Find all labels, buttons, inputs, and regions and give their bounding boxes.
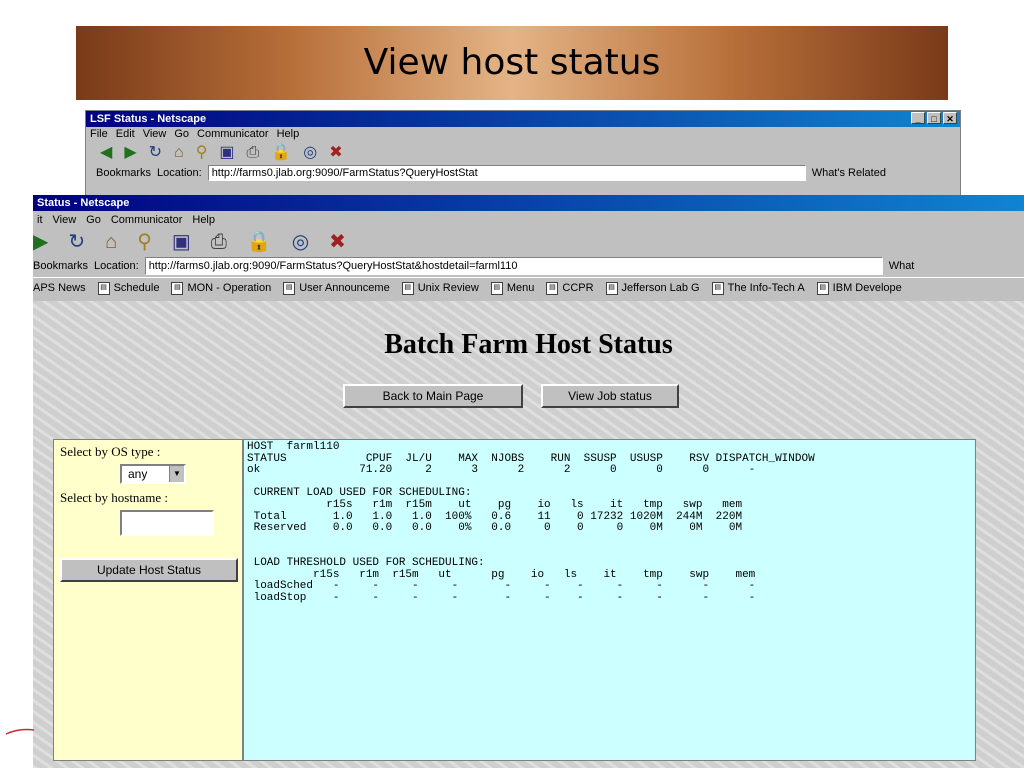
search-icon[interactable]: ⚲ bbox=[196, 143, 208, 163]
menu-file[interactable]: File bbox=[90, 127, 108, 141]
link-schedule[interactable]: ▤ Schedule bbox=[97, 281, 159, 295]
menu-view[interactable]: View bbox=[143, 127, 167, 141]
front-toolbar: ▶ ↻ ⌂ ⚲ ▣ ⎙ 🔒 ◎ ✖ bbox=[33, 229, 1024, 255]
menu-communicator[interactable]: Communicator bbox=[197, 127, 269, 141]
location-label: Location: bbox=[94, 260, 139, 272]
link-info-tech[interactable]: ▤ The Info-Tech A bbox=[711, 281, 805, 295]
whats-related-label[interactable]: What bbox=[889, 260, 915, 272]
os-type-select[interactable]: any ▼ bbox=[120, 464, 186, 484]
decorative-arc bbox=[5, 728, 34, 735]
back-window-title: LSF Status - Netscape bbox=[90, 113, 207, 125]
home-icon[interactable]: ⌂ bbox=[105, 232, 117, 252]
slide-title: View host status bbox=[363, 42, 661, 83]
bookmarks-label[interactable]: Bookmarks bbox=[96, 167, 151, 179]
my-netscape-icon[interactable]: ▣ bbox=[172, 232, 191, 252]
front-url-field[interactable]: http://farms0.jlab.org:9090/FarmStatus?Q… bbox=[144, 257, 883, 275]
bookmark-icon: ▤ bbox=[283, 281, 296, 295]
front-location-bar: Bookmarks Location: http://farms0.jlab.o… bbox=[33, 255, 1024, 277]
bookmark-icon: ▤ bbox=[546, 281, 559, 295]
stop-icon[interactable]: ✖ bbox=[329, 143, 342, 163]
back-window-titlebar: LSF Status - Netscape _ □ ✕ bbox=[86, 111, 960, 127]
back-menubar: File Edit View Go Communicator Help bbox=[86, 127, 960, 141]
menu-go[interactable]: Go bbox=[174, 127, 189, 141]
print-icon[interactable]: ⎙ bbox=[247, 143, 260, 163]
back-toolbar: ◀ ▶ ↻ ⌂ ⚲ ▣ ⎙ 🔒 ◎ ✖ bbox=[86, 141, 960, 165]
link-menu[interactable]: ▤ Menu bbox=[490, 281, 534, 295]
bookmark-icon: ▤ bbox=[490, 281, 503, 295]
bookmark-icon: ▤ bbox=[816, 281, 829, 295]
hostname-input[interactable] bbox=[120, 510, 214, 536]
link-jefferson-lab[interactable]: ▤ Jefferson Lab G bbox=[605, 281, 700, 295]
maximize-icon[interactable]: □ bbox=[927, 112, 941, 124]
back-arrow-icon[interactable]: ◀ bbox=[100, 143, 112, 163]
view-job-status-button[interactable]: View Job status bbox=[541, 384, 679, 408]
host-status-output: HOST farml110 STATUS CPUF JL/U MAX NJOBS… bbox=[243, 439, 976, 761]
back-browser-window: LSF Status - Netscape _ □ ✕ File Edit Vi… bbox=[85, 110, 961, 205]
back-url-field[interactable]: http://farms0.jlab.org:9090/FarmStatus?Q… bbox=[207, 165, 806, 181]
menu-communicator[interactable]: Communicator bbox=[111, 211, 183, 229]
bookmark-icon: ▤ bbox=[97, 281, 110, 295]
search-icon[interactable]: ⚲ bbox=[137, 232, 152, 252]
security-icon[interactable]: 🔒 bbox=[247, 232, 272, 252]
os-type-label: Select by OS type : bbox=[60, 444, 161, 459]
link-aps-news[interactable]: APS News bbox=[33, 282, 86, 294]
location-label: Location: bbox=[157, 167, 202, 179]
bookmark-icon: ▤ bbox=[711, 281, 724, 295]
host-status-text: HOST farml110 STATUS CPUF JL/U MAX NJOBS… bbox=[247, 441, 815, 604]
close-icon[interactable]: ✕ bbox=[943, 112, 957, 124]
front-browser-window: Status - Netscape it View Go Communicato… bbox=[33, 195, 1024, 768]
whats-related-label[interactable]: What's Related bbox=[812, 167, 886, 179]
hostname-label: Select by hostname : bbox=[60, 490, 168, 505]
reload-icon[interactable]: ↻ bbox=[68, 232, 85, 252]
front-window-titlebar: Status - Netscape bbox=[33, 195, 1024, 211]
security-icon[interactable]: 🔒 bbox=[271, 143, 291, 163]
page-content: Batch Farm Host Status Back to Main Page… bbox=[33, 301, 1024, 768]
menu-view[interactable]: View bbox=[53, 211, 77, 229]
host-filter-panel: Select by OS type : any ▼ Select by host… bbox=[53, 439, 243, 761]
my-netscape-icon[interactable]: ▣ bbox=[219, 143, 234, 163]
reload-icon[interactable]: ↻ bbox=[149, 143, 162, 163]
bookmark-icon: ▤ bbox=[171, 281, 184, 295]
front-menubar: it View Go Communicator Help bbox=[33, 211, 1024, 229]
bookmark-icon: ▤ bbox=[401, 281, 414, 295]
forward-arrow-icon[interactable]: ▶ bbox=[124, 143, 136, 163]
os-type-value: any bbox=[128, 467, 148, 481]
menu-help[interactable]: Help bbox=[192, 211, 215, 229]
shop-icon[interactable]: ◎ bbox=[303, 143, 317, 163]
print-icon[interactable]: ⎙ bbox=[211, 232, 227, 252]
front-window-title: Status - Netscape bbox=[37, 197, 130, 209]
slide-title-bar: View host status bbox=[76, 26, 948, 100]
stop-icon[interactable]: ✖ bbox=[329, 232, 346, 252]
back-to-main-button[interactable]: Back to Main Page bbox=[343, 384, 523, 408]
minimize-icon[interactable]: _ bbox=[911, 112, 925, 124]
link-mon-operation[interactable]: ▤ MON - Operation bbox=[171, 281, 271, 295]
forward-arrow-icon[interactable]: ▶ bbox=[33, 232, 48, 252]
menu-go[interactable]: Go bbox=[86, 211, 101, 229]
back-location-bar: Bookmarks Location: http://farms0.jlab.o… bbox=[86, 165, 960, 181]
bookmarks-label[interactable]: Bookmarks bbox=[33, 260, 88, 272]
update-host-status-button[interactable]: Update Host Status bbox=[60, 558, 238, 582]
menu-edit[interactable]: Edit bbox=[116, 127, 135, 141]
bookmark-icon: ▤ bbox=[605, 281, 618, 295]
link-ibm-developer[interactable]: ▤ IBM Develope bbox=[816, 281, 902, 295]
chevron-down-icon[interactable]: ▼ bbox=[169, 466, 184, 482]
link-user-announcement[interactable]: ▤ User Announceme bbox=[283, 281, 390, 295]
shop-icon[interactable]: ◎ bbox=[292, 232, 309, 252]
menu-help[interactable]: Help bbox=[277, 127, 300, 141]
link-unix-review[interactable]: ▤ Unix Review bbox=[401, 281, 479, 295]
personal-toolbar: APS News ▤ Schedule ▤ MON - Operation ▤ Use… bbox=[33, 277, 1024, 298]
link-ccpr[interactable]: ▤ CCPR bbox=[546, 281, 594, 295]
page-title: Batch Farm Host Status bbox=[384, 329, 673, 360]
menu-edit[interactable]: it bbox=[37, 211, 43, 229]
home-icon[interactable]: ⌂ bbox=[174, 143, 184, 163]
